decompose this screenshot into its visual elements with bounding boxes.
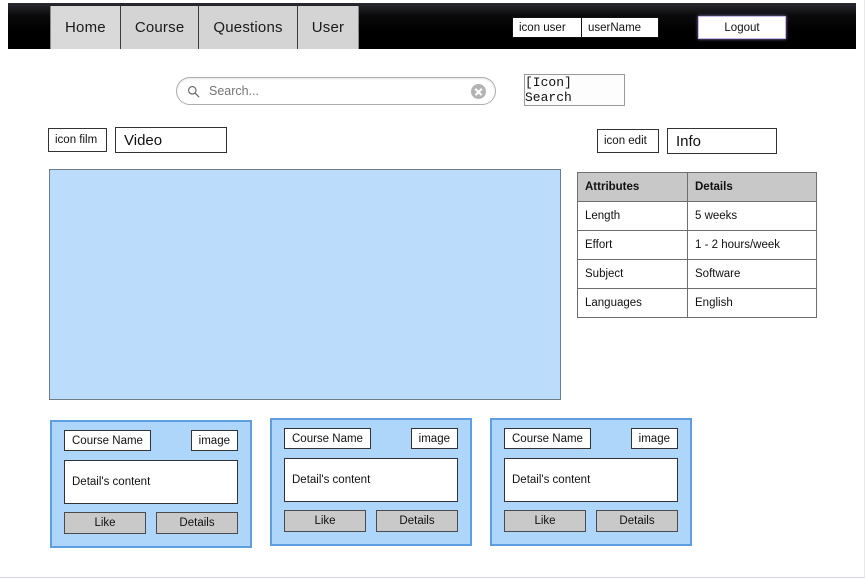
tab-user-label: User [311,19,345,36]
like-button-label: Like [94,517,116,529]
details-button[interactable]: Details [596,510,678,532]
attribute-value: English [687,288,817,318]
course-detail-field[interactable]: Detail's content [64,460,238,504]
table-row: Subject Software [577,259,817,289]
course-detail-label: Detail's content [292,474,371,486]
attribute-name: Length [577,201,688,231]
course-image-label: image [638,432,670,445]
attributes-table: Attributes Details Length 5 weeks Effort… [577,172,817,318]
search-button-label: [Icon] Search [525,75,572,105]
course-name-label: Course Name [512,432,583,445]
like-button[interactable]: Like [504,510,586,532]
tab-user[interactable]: User [297,6,359,49]
attribute-name: Languages [577,288,688,318]
film-icon[interactable]: icon film [48,128,107,152]
info-section-title: Info [667,128,777,154]
table-header-details: Details [687,172,817,202]
tab-home[interactable]: Home [51,6,121,49]
course-detail-label: Detail's content [512,474,591,486]
search-button[interactable]: [Icon] Search [524,74,625,106]
course-name-label: Course Name [292,432,363,445]
tab-home-label: Home [65,19,106,36]
like-button-label: Like [314,515,336,527]
clear-search-icon[interactable] [471,83,486,99]
top-navigation-bar: Home Course Questions User icon user use… [8,3,856,49]
page-root: Home Course Questions User icon user use… [0,0,865,578]
course-image-label: image [198,434,230,447]
search-icon [187,85,200,97]
tab-course-label: Course [134,19,185,36]
course-card[interactable]: Course Name image Detail's content Like … [490,418,692,546]
details-button-label: Details [399,515,435,527]
table-row: Effort 1 - 2 hours/week [577,230,817,260]
like-button[interactable]: Like [284,510,366,532]
course-image-placeholder[interactable]: image [190,430,238,451]
tab-course[interactable]: Course [120,6,200,49]
details-button[interactable]: Details [376,510,458,532]
video-player-placeholder[interactable] [49,169,561,400]
user-icon[interactable]: icon user [512,17,582,38]
course-image-placeholder[interactable]: image [630,428,678,449]
attribute-value: 1 - 2 hours/week [687,230,817,260]
attribute-name: Subject [577,259,688,289]
film-icon-label: icon film [55,134,98,146]
video-title-label: Video [124,131,163,149]
search-input[interactable] [207,80,471,102]
tab-questions-label: Questions [213,19,283,36]
like-button-label: Like [534,515,556,527]
course-name-field[interactable]: Course Name [504,428,591,449]
course-image-placeholder[interactable]: image [410,428,458,449]
details-button-label: Details [179,517,215,529]
course-image-label: image [418,432,450,445]
attribute-value: 5 weeks [687,201,817,231]
info-title-label: Info [676,132,702,150]
course-name-label: Course Name [72,434,143,447]
table-row: Languages English [577,288,817,318]
course-card[interactable]: Course Name image Detail's content Like … [50,420,252,548]
logout-button-label: Logout [724,21,760,34]
course-name-field[interactable]: Course Name [284,428,371,449]
table-header-attributes: Attributes [577,172,688,202]
course-detail-label: Detail's content [72,476,151,488]
table-row: Length 5 weeks [577,201,817,231]
like-button[interactable]: Like [64,512,146,534]
search-field-wrapper[interactable] [176,77,496,105]
nav-tab-group: Home Course Questions User [50,6,360,49]
user-icon-label: icon user [519,21,566,34]
course-detail-field[interactable]: Detail's content [284,458,458,502]
edit-icon-label: icon edit [604,135,647,147]
details-button-label: Details [619,515,655,527]
video-section-title: Video [115,127,227,153]
username-display[interactable]: userName [581,17,659,38]
username-label: userName [588,21,642,34]
logout-button[interactable]: Logout [698,16,786,39]
course-card[interactable]: Course Name image Detail's content Like … [270,418,472,546]
edit-icon[interactable]: icon edit [597,129,659,153]
course-detail-field[interactable]: Detail's content [504,458,678,502]
table-header-row: Attributes Details [577,172,817,202]
details-button[interactable]: Details [156,512,238,534]
attribute-value: Software [687,259,817,289]
tab-questions[interactable]: Questions [199,6,298,49]
course-name-field[interactable]: Course Name [64,430,151,451]
attribute-name: Effort [577,230,688,260]
